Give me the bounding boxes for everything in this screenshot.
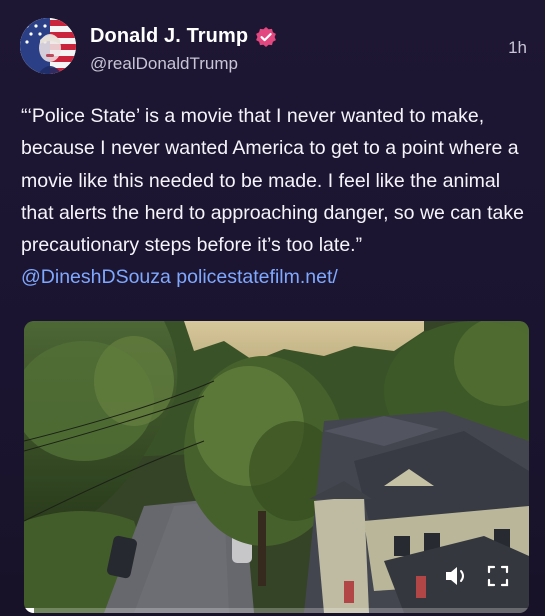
external-link[interactable]: policestatefilm.net/: [176, 266, 338, 288]
display-name-text[interactable]: Donald J. Trump: [90, 25, 248, 48]
speaker-icon[interactable]: [442, 561, 472, 591]
post-body: “‘Police State’ is a movie that I never …: [21, 105, 525, 257]
author-handle[interactable]: @realDonaldTrump: [90, 54, 238, 74]
avatar[interactable]: [20, 18, 76, 74]
video-player[interactable]: [24, 321, 529, 613]
verified-badge-icon: [256, 26, 277, 47]
mention-link[interactable]: @DineshDSouza: [21, 266, 171, 288]
video-progress-bar[interactable]: [24, 608, 529, 613]
american-flag-portrait-icon: [20, 18, 76, 74]
post-card: Donald J. Trump @realDonaldTrump 1h “‘Po…: [0, 0, 545, 616]
post-text: “‘Police State’ is a movie that I never …: [21, 100, 529, 294]
display-name[interactable]: Donald J. Trump: [90, 25, 277, 48]
video-progress-fill: [24, 608, 35, 613]
fullscreen-icon[interactable]: [483, 561, 513, 591]
post-timestamp[interactable]: 1h: [508, 38, 527, 58]
